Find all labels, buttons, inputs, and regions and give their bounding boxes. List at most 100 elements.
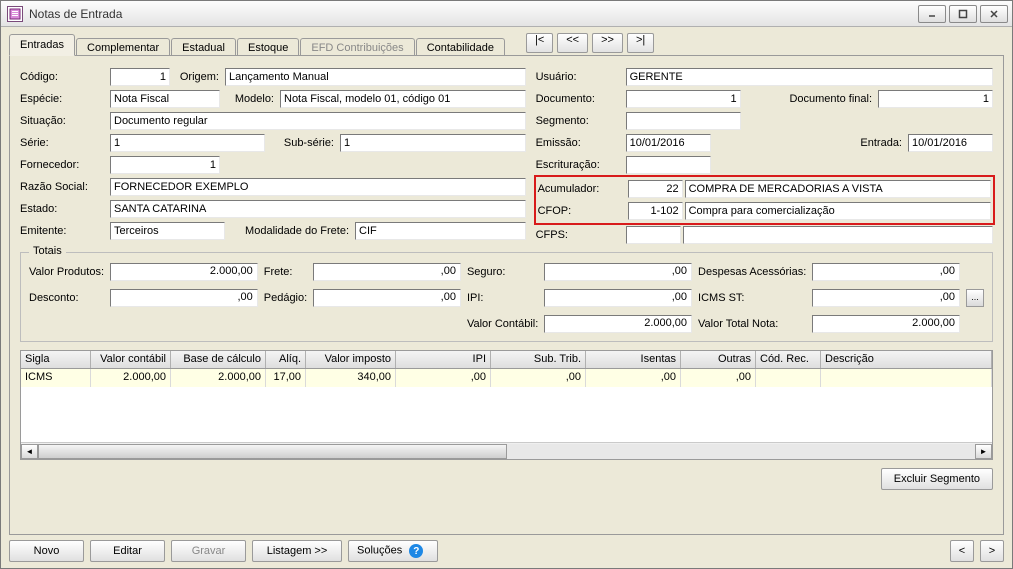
novo-button[interactable]: Novo: [9, 540, 84, 562]
grid-header-base[interactable]: Base de cálculo: [171, 351, 266, 368]
grid-header-ipi[interactable]: IPI: [396, 351, 491, 368]
usuario-label: Usuário:: [536, 71, 626, 83]
cfop-cod-field[interactable]: 1-102: [628, 202, 683, 220]
grid-header-descricao[interactable]: Descrição: [821, 351, 992, 368]
scroll-thumb[interactable]: [38, 444, 507, 459]
acumulador-label: Acumulador:: [538, 183, 628, 195]
grid-header-subtrib[interactable]: Sub. Trib.: [491, 351, 586, 368]
frete-label: Frete:: [264, 266, 307, 278]
page-next-button[interactable]: >: [980, 540, 1004, 562]
grid-header-valor-contabil[interactable]: Valor contábil: [91, 351, 171, 368]
nav-prev-button[interactable]: <<: [557, 33, 588, 53]
nav-next-button[interactable]: >>: [592, 33, 623, 53]
listagem-button[interactable]: Listagem >>: [252, 540, 342, 562]
serie-field[interactable]: 1: [110, 134, 265, 152]
grid-header-isentas[interactable]: Isentas: [586, 351, 681, 368]
escrituracao-field[interactable]: [626, 156, 711, 174]
gravar-button[interactable]: Gravar: [171, 540, 246, 562]
acumulador-cod-field[interactable]: 22: [628, 180, 683, 198]
scroll-right-button[interactable]: ►: [975, 444, 992, 459]
solucoes-button[interactable]: Soluções ?: [348, 540, 438, 562]
grid-row[interactable]: ICMS 2.000,00 2.000,00 17,00 340,00 ,00 …: [21, 369, 992, 387]
grid-hscrollbar[interactable]: ◄ ►: [21, 442, 992, 459]
situacao-field[interactable]: Documento regular: [110, 112, 526, 130]
fornecedor-label: Fornecedor:: [20, 159, 110, 171]
fornecedor-field[interactable]: 1: [110, 156, 220, 174]
excluir-segmento-button[interactable]: Excluir Segmento: [881, 468, 993, 490]
emissao-field[interactable]: 10/01/2016: [626, 134, 711, 152]
valor-produtos-label: Valor Produtos:: [29, 266, 104, 278]
grid-header-aliq[interactable]: Alíq.: [266, 351, 306, 368]
page-prev-button[interactable]: <: [950, 540, 974, 562]
valor-contabil-field[interactable]: 2.000,00: [544, 315, 692, 333]
documento-field[interactable]: 1: [626, 90, 741, 108]
impostos-grid[interactable]: Sigla Valor contábil Base de cálculo Alí…: [20, 350, 993, 460]
emitente-field[interactable]: Terceiros: [110, 222, 225, 240]
tabbar: Entradas Complementar Estadual Estoque E…: [9, 34, 506, 56]
grid-header-valor-imposto[interactable]: Valor imposto: [306, 351, 396, 368]
situacao-label: Situação:: [20, 115, 110, 127]
seguro-field[interactable]: ,00: [544, 263, 692, 281]
modelo-field[interactable]: Nota Fiscal, modelo 01, código 01: [280, 90, 526, 108]
entrada-field[interactable]: 10/01/2016: [908, 134, 993, 152]
cell-valor-contabil: 2.000,00: [91, 369, 171, 387]
modelo-label: Modelo:: [220, 93, 280, 105]
cfps-desc-field[interactable]: [683, 226, 993, 244]
ipi-label: IPI:: [467, 292, 538, 304]
cell-outras: ,00: [681, 369, 756, 387]
razao-label: Razão Social:: [20, 181, 110, 193]
minimize-button[interactable]: [918, 5, 946, 23]
origem-field[interactable]: Lançamento Manual: [225, 68, 526, 86]
window-title: Notas de Entrada: [29, 7, 918, 21]
modfrete-field[interactable]: CIF: [355, 222, 526, 240]
escrituracao-label: Escrituração:: [536, 159, 626, 171]
grid-header-codrec[interactable]: Cód. Rec.: [756, 351, 821, 368]
acumulador-desc-field[interactable]: COMPRA DE MERCADORIAS A VISTA: [685, 180, 991, 198]
highlight-acumulador-cfop: Acumulador: 22 COMPRA DE MERCADORIAS A V…: [534, 175, 995, 225]
subserie-field[interactable]: 1: [340, 134, 526, 152]
cell-valor-imposto: 340,00: [306, 369, 396, 387]
nav-last-button[interactable]: >|: [627, 33, 654, 53]
pedagio-field[interactable]: ,00: [313, 289, 461, 307]
cfps-cod-field[interactable]: [626, 226, 681, 244]
window-notas-entrada: Notas de Entrada Entradas Complementar E…: [0, 0, 1013, 569]
titlebar: Notas de Entrada: [1, 1, 1012, 27]
despesas-field[interactable]: ,00: [812, 263, 960, 281]
docfinal-field[interactable]: 1: [878, 90, 993, 108]
grid-header-outras[interactable]: Outras: [681, 351, 756, 368]
icmsst-field[interactable]: ,00: [812, 289, 960, 307]
scroll-left-button[interactable]: ◄: [21, 444, 38, 459]
segmento-field[interactable]: [626, 112, 741, 130]
desconto-field[interactable]: ,00: [110, 289, 258, 307]
ipi-field[interactable]: ,00: [544, 289, 692, 307]
bottom-bar: Novo Editar Gravar Listagem >> Soluções …: [9, 540, 1004, 562]
editar-button[interactable]: Editar: [90, 540, 165, 562]
icmsst-detail-button[interactable]: ...: [966, 289, 984, 307]
app-icon: [7, 6, 23, 22]
cfop-label: CFOP:: [538, 205, 628, 217]
valor-produtos-field[interactable]: 2.000,00: [110, 263, 258, 281]
modfrete-label: Modalidade do Frete:: [225, 225, 355, 237]
cell-isentas: ,00: [586, 369, 681, 387]
especie-label: Espécie:: [20, 93, 110, 105]
grid-header-sigla[interactable]: Sigla: [21, 351, 91, 368]
valor-total-field[interactable]: 2.000,00: [812, 315, 960, 333]
cell-sigla: ICMS: [21, 369, 91, 387]
cfop-desc-field[interactable]: Compra para comercialização: [685, 202, 991, 220]
tab-entradas[interactable]: Entradas: [9, 34, 75, 56]
codigo-field[interactable]: 1: [110, 68, 170, 86]
estado-field[interactable]: SANTA CATARINA: [110, 200, 526, 218]
emissao-label: Emissão:: [536, 137, 626, 149]
razao-field[interactable]: FORNECEDOR EXEMPLO: [110, 178, 526, 196]
frete-field[interactable]: ,00: [313, 263, 461, 281]
usuario-field[interactable]: GERENTE: [626, 68, 993, 86]
cell-base: 2.000,00: [171, 369, 266, 387]
serie-label: Série:: [20, 137, 110, 149]
maximize-button[interactable]: [949, 5, 977, 23]
nav-first-button[interactable]: |<: [526, 33, 553, 53]
icmsst-label: ICMS ST:: [698, 292, 806, 304]
especie-field[interactable]: Nota Fiscal: [110, 90, 220, 108]
help-icon: ?: [409, 544, 423, 558]
totais-legend: Totais: [29, 245, 66, 257]
close-button[interactable]: [980, 5, 1008, 23]
